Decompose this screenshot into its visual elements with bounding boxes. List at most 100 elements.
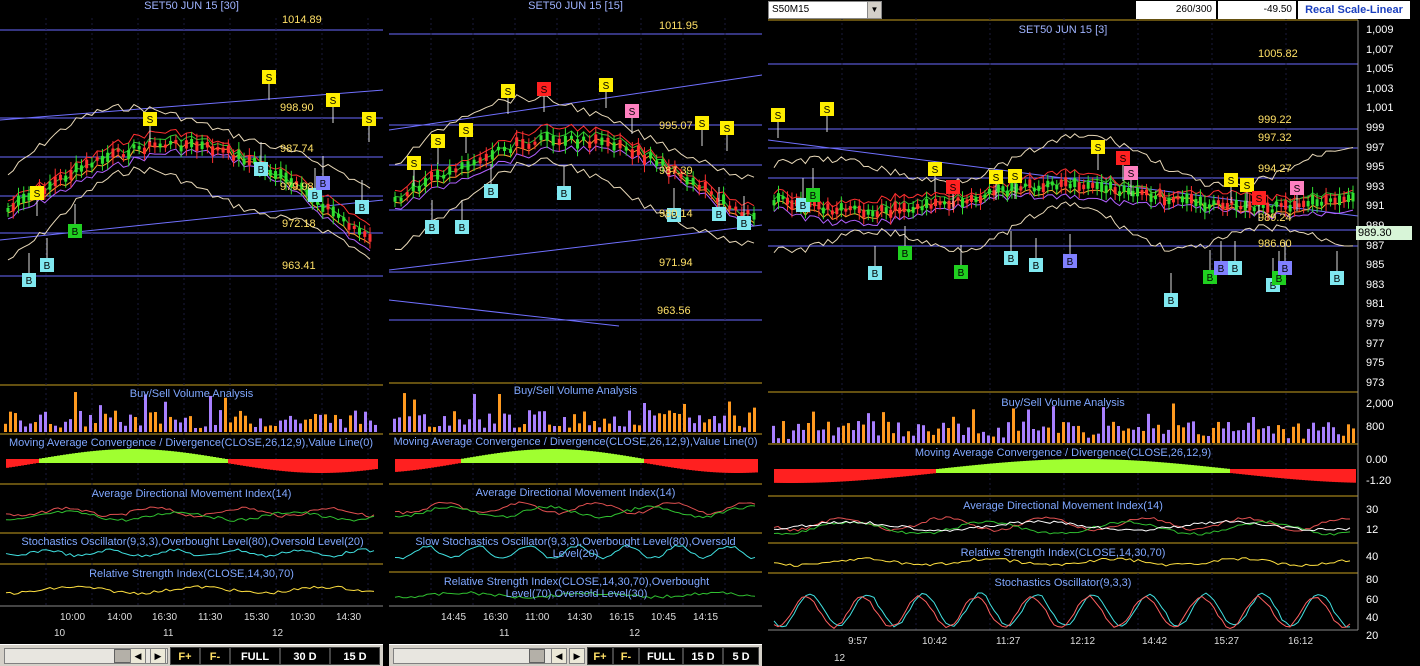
zoom-in-button[interactable]: F+ — [170, 647, 200, 665]
macd-bar — [671, 459, 674, 468]
volume-bar — [1317, 430, 1320, 443]
chart-panel-3min[interactable]: SSSSSSSSSSSSSBBBBBBBBBBBBBBBB SET50 JUN … — [768, 0, 1420, 666]
signal-letter: S — [699, 119, 706, 130]
volume-bar — [1297, 423, 1300, 443]
scroll-left-icon[interactable]: ◀ — [130, 648, 146, 664]
macd-bar — [1155, 461, 1158, 473]
zoom-in-button[interactable]: F+ — [587, 647, 613, 665]
macd-bar — [545, 449, 548, 463]
chart-panel-15min[interactable]: SSSSSSSSSBBBBBBB SET50 JUN 15 [15] 1011.… — [389, 0, 762, 666]
macd-bar — [509, 451, 512, 463]
volume-bar — [408, 416, 411, 432]
range-30d-button[interactable]: 30 D — [280, 647, 330, 665]
chevron-down-icon[interactable]: ▼ — [867, 2, 881, 18]
macd-bar — [653, 459, 656, 465]
macd-bar — [180, 452, 183, 463]
macd-bar — [1239, 469, 1242, 475]
volume-bar — [847, 423, 850, 443]
scroll-left-icon[interactable]: ◀ — [551, 648, 567, 664]
macd-bar — [993, 463, 996, 473]
volume-bar — [473, 394, 476, 432]
volume-bar — [528, 410, 531, 432]
macd-bar — [282, 459, 285, 472]
macd-bar — [231, 459, 234, 464]
macd-bar — [1176, 463, 1179, 473]
macd-bar — [575, 449, 578, 463]
macd-bar — [195, 454, 198, 463]
macd-bar — [120, 449, 123, 463]
macd-bar — [255, 459, 258, 468]
macd-bar — [291, 459, 294, 472]
macd-bar — [752, 459, 755, 473]
zoom-out-button[interactable]: F- — [613, 647, 639, 665]
macd-bar — [644, 459, 647, 464]
volume-bar — [533, 414, 536, 432]
volume-bar — [1167, 429, 1170, 443]
candle-body — [399, 197, 403, 202]
macd-bar — [933, 469, 936, 474]
signal-letter: S — [541, 85, 548, 96]
volume-bar — [623, 426, 626, 432]
candle-body — [1180, 196, 1184, 203]
volume-bar — [244, 415, 247, 432]
candle-body — [16, 195, 20, 206]
signal-letter: B — [1276, 274, 1283, 285]
scroll-right-icon[interactable]: ▶ — [150, 648, 166, 664]
trend-line — [389, 299, 620, 327]
candle-body — [569, 135, 573, 139]
macd-bar — [1014, 461, 1017, 473]
macd-bar — [192, 453, 195, 463]
candle-body — [1028, 179, 1032, 188]
range-15d-button[interactable]: 15 D — [330, 647, 380, 665]
level-label: 987.74 — [280, 143, 314, 155]
volume-bar — [753, 407, 756, 432]
macd-bar — [861, 469, 864, 481]
macd-bar — [629, 456, 632, 463]
candle-body — [703, 181, 707, 191]
volume-bar — [1042, 426, 1045, 443]
macd-bar — [240, 459, 243, 466]
level-label: 1005.82 — [1258, 48, 1298, 60]
candle-body — [1212, 200, 1216, 205]
macd-bar — [716, 459, 719, 473]
range-15d-button[interactable]: 15 D — [683, 647, 723, 665]
candle-body — [79, 165, 83, 172]
recal-scale-button[interactable]: Recal Scale-Linear — [1298, 1, 1410, 19]
macd-bar — [6, 459, 9, 468]
volume-bar — [1352, 428, 1355, 443]
volume-bar — [1287, 438, 1290, 443]
zoom-out-button[interactable]: F- — [200, 647, 230, 665]
chart-canvas[interactable]: SSSSS SSSSS SSSBBBBBBB BBBB BBBBB — [768, 0, 1420, 666]
volume-bar — [329, 422, 332, 432]
volume-bar — [294, 419, 297, 432]
macd-bar — [774, 469, 777, 483]
macd-bar — [416, 459, 419, 470]
scrollbar-thumb[interactable] — [529, 649, 545, 663]
macd-bar — [354, 459, 357, 472]
macd-bar — [542, 449, 545, 463]
macd-bar — [1104, 459, 1107, 473]
macd-bar — [939, 468, 942, 473]
scroll-right-icon[interactable]: ▶ — [569, 648, 585, 664]
time-label: 16:30 — [152, 612, 178, 623]
volume-bar — [219, 410, 222, 432]
symbol-select[interactable]: S50M15 ▼ — [768, 1, 882, 19]
date-label: 12 — [629, 628, 641, 639]
full-button[interactable]: FULL — [639, 647, 683, 665]
signal-letter: B — [258, 165, 265, 176]
volume-bar — [578, 423, 581, 432]
macd-bar — [1335, 469, 1338, 483]
volume-bar — [433, 427, 436, 432]
macd-bar — [165, 450, 168, 463]
macd-bar — [491, 453, 494, 463]
chart-panel-30min[interactable]: SSSSSBBBBBBB SET50 JUN 15 [30] 1014.89 9… — [0, 0, 383, 666]
candle-body — [521, 139, 525, 149]
signal-letter: S — [463, 126, 470, 137]
candle-body — [417, 185, 421, 192]
full-button[interactable]: FULL — [230, 647, 280, 665]
macd-bar — [342, 459, 345, 473]
macd-bar — [981, 464, 984, 473]
macd-bar — [915, 469, 918, 476]
volume-bar — [812, 411, 815, 443]
range-5d-button[interactable]: 5 D — [723, 647, 759, 665]
